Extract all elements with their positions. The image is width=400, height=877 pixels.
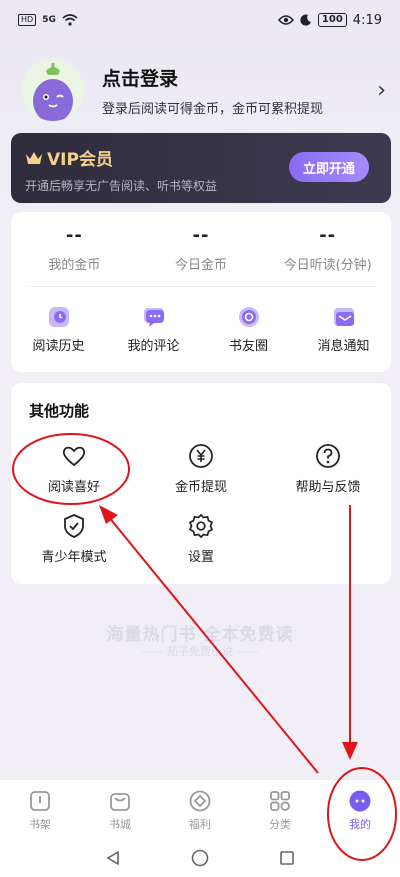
yen-icon bbox=[189, 444, 213, 468]
shortcut-my-comments[interactable]: 我的评论 bbox=[106, 305, 201, 354]
bookshelf-icon bbox=[30, 790, 50, 811]
battery-indicator: 100 bbox=[317, 13, 347, 27]
stats-card: -- 我的金币 -- 今日金币 -- 今日听读(分钟) 阅读历史 我的评论 书友… bbox=[11, 212, 391, 372]
tab-bookshelf[interactable]: 书架 bbox=[0, 780, 80, 840]
status-bar: HD 5G 100 4:19 bbox=[0, 0, 400, 40]
login-subtitle: 登录后阅读可得金币，金币可累积提现 bbox=[102, 101, 324, 117]
home-icon[interactable] bbox=[191, 849, 209, 867]
hd-indicator: HD bbox=[18, 14, 37, 26]
category-icon bbox=[270, 790, 290, 811]
avatar[interactable] bbox=[22, 59, 84, 121]
system-nav-bar bbox=[0, 839, 400, 877]
help-icon bbox=[316, 444, 340, 468]
history-icon bbox=[48, 307, 69, 327]
mail-icon bbox=[333, 308, 354, 326]
recents-icon[interactable] bbox=[279, 850, 295, 866]
shield-icon bbox=[64, 514, 84, 538]
clock: 4:19 bbox=[352, 12, 382, 28]
vip-open-button[interactable]: 立即开通 bbox=[289, 152, 369, 182]
chevron-right-icon[interactable]: › bbox=[377, 78, 386, 103]
me-icon bbox=[349, 790, 371, 811]
bottom-tab-bar: 书架 书城 福利 分类 我的 bbox=[0, 779, 400, 840]
gear-icon bbox=[188, 513, 214, 539]
stat-today-coins[interactable]: -- 今日金币 bbox=[138, 225, 265, 273]
tab-bookstore[interactable]: 书城 bbox=[80, 780, 160, 840]
shortcut-book-circle[interactable]: 书友圈 bbox=[201, 305, 296, 354]
func-settings[interactable]: 设置 bbox=[141, 513, 261, 565]
heart-icon bbox=[62, 446, 86, 467]
eye-icon bbox=[277, 15, 294, 25]
func-help-feedback[interactable]: 帮助与反馈 bbox=[268, 443, 388, 495]
welfare-icon bbox=[189, 790, 211, 811]
other-functions-card: 其他功能 阅读喜好 金币提现 帮助与反馈 青少年模式 设置 bbox=[11, 383, 391, 584]
moon-icon bbox=[300, 14, 311, 26]
tab-category[interactable]: 分类 bbox=[240, 780, 320, 840]
func-reading-preference[interactable]: 阅读喜好 bbox=[14, 443, 134, 495]
tab-welfare[interactable]: 福利 bbox=[160, 780, 240, 840]
shortcut-notifications[interactable]: 消息通知 bbox=[296, 305, 391, 354]
vip-card[interactable]: VIP会员 开通后畅享无广告阅读、听书等权益 立即开通 bbox=[11, 133, 391, 203]
circle-icon bbox=[238, 307, 259, 327]
crown-icon bbox=[26, 151, 42, 164]
comment-icon bbox=[143, 308, 164, 327]
func-coin-withdraw[interactable]: 金币提现 bbox=[141, 443, 261, 495]
func-teen-mode[interactable]: 青少年模式 bbox=[14, 513, 134, 565]
login-title[interactable]: 点击登录 bbox=[102, 64, 377, 91]
vip-title: VIP会员 bbox=[47, 150, 113, 170]
slogan-sub: —— 茄子免费小说 —— bbox=[141, 645, 259, 658]
stat-my-coins[interactable]: -- 我的金币 bbox=[11, 225, 138, 273]
login-entry[interactable]: 点击登录 登录后阅读可得金币，金币可累积提现 › bbox=[22, 58, 386, 122]
slogan: 海量热门书 全本免费读 bbox=[106, 625, 294, 645]
back-icon[interactable] bbox=[105, 850, 121, 866]
section-title: 其他功能 bbox=[29, 402, 90, 420]
wifi-icon bbox=[62, 14, 78, 26]
tab-me[interactable]: 我的 bbox=[320, 780, 400, 840]
stat-today-listen[interactable]: -- 今日听读(分钟) bbox=[264, 225, 391, 273]
network-indicator: 5G bbox=[42, 15, 56, 25]
bookstore-icon bbox=[110, 792, 130, 811]
shortcut-reading-history[interactable]: 阅读历史 bbox=[11, 305, 106, 354]
